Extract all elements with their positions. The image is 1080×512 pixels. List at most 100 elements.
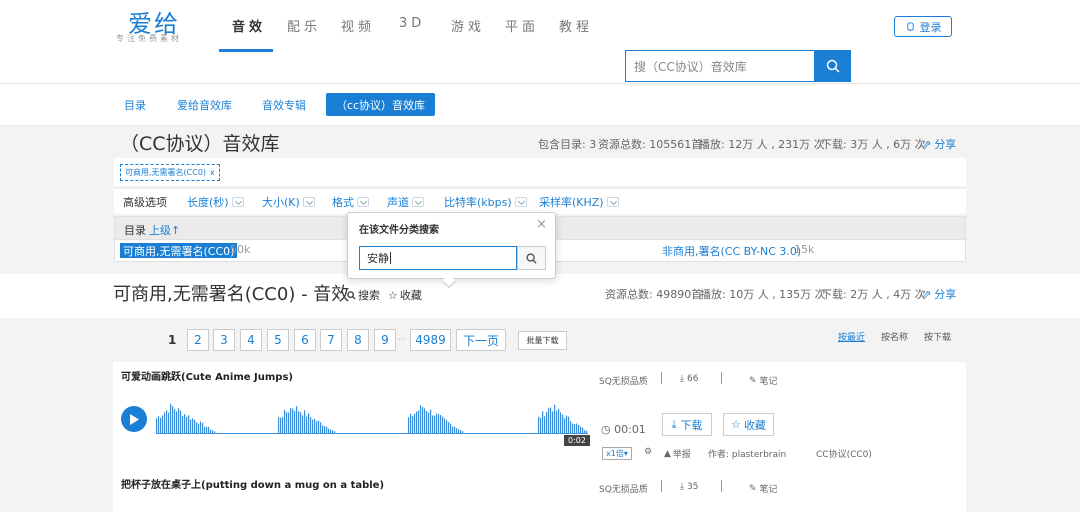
logo-tagline: 专注免费素材	[116, 34, 182, 43]
download-button[interactable]: ⤓ 下载	[662, 413, 712, 436]
share-icon: ⇗	[922, 287, 932, 301]
subnav-albums[interactable]: 音效专辑	[262, 97, 306, 113]
filter-length[interactable]: 长度(秒)	[187, 194, 244, 210]
close-icon[interactable]: ×	[536, 217, 547, 232]
sort-recent[interactable]: 按最近	[838, 330, 865, 343]
filter-length-label: 长度(秒)	[187, 196, 229, 209]
divider	[721, 372, 722, 384]
directory-cc-by-nc-count: 15k	[794, 243, 815, 256]
nav-games[interactable]: 游戏	[451, 16, 485, 35]
directory-cc0[interactable]: 可商用,无需署名(CC0)	[120, 243, 238, 258]
site-header: 爱给 专注免费素材 音效 配乐 视频 3D 游戏 平面 教程 登录 搜（CC协议…	[0, 0, 1080, 84]
login-button[interactable]: 登录	[894, 16, 952, 37]
speed-label: x1倍	[606, 449, 624, 458]
sound-note-link[interactable]: ✎ 笔记	[749, 374, 778, 388]
play-button[interactable]	[121, 406, 147, 432]
waveform[interactable]	[156, 398, 588, 434]
share-label: 分享	[934, 138, 957, 151]
search-input[interactable]: 搜（CC协议）音效库	[625, 50, 815, 82]
sort-downloads[interactable]: 按下载	[924, 330, 951, 343]
chevron-down-icon	[231, 197, 244, 207]
page-2[interactable]: 2	[187, 329, 209, 351]
text-cursor	[390, 252, 391, 264]
page-5[interactable]: 5	[267, 329, 289, 351]
filter-bitrate[interactable]: 比特率(kbps)	[444, 194, 527, 210]
favorite-button[interactable]: ☆ 收藏	[723, 413, 774, 436]
folder-share-link[interactable]: ⇗ 分享	[922, 286, 956, 302]
nav-video[interactable]: 视频	[341, 16, 375, 35]
chevron-down-icon	[357, 197, 369, 207]
directory-label: 目录	[124, 224, 146, 237]
nav-sound-effects[interactable]: 音效	[232, 16, 266, 35]
popup-search-input[interactable]: 安静	[359, 246, 517, 270]
nav-music[interactable]: 配乐	[287, 16, 321, 35]
sound-download-count: ⤓ 35	[680, 482, 698, 492]
sound-title[interactable]: 可爱动画跳跃(Cute Anime Jumps)	[121, 368, 293, 383]
chevron-down-icon	[514, 197, 527, 207]
directory-cc-by-nc[interactable]: 非商用,署名(CC BY-NC 3.0)	[662, 243, 801, 259]
filter-channels[interactable]: 声道	[387, 194, 424, 210]
nav-graphics[interactable]: 平面	[505, 16, 539, 35]
folder-search-button[interactable]: 搜索	[347, 287, 380, 303]
subnav-cc-library[interactable]: （cc协议）音效库	[326, 93, 435, 116]
page-3[interactable]: 3	[213, 329, 235, 351]
sort-name[interactable]: 按名称	[881, 330, 908, 343]
sound-title[interactable]: 把杯子放在桌子上(putting down a mug on a table)	[121, 476, 384, 491]
folder-plays: 播放: 10万 人 , 135万 次	[700, 288, 826, 301]
folder-downloads: 下载: 2万 人 , 4万 次	[821, 288, 926, 301]
divider	[661, 372, 662, 384]
library-plays: 播放: 12万 人 , 231万 次	[699, 138, 825, 151]
folder-total: 资源总数: 49890首	[605, 288, 703, 301]
report-link[interactable]: ▲ 举报	[664, 447, 691, 461]
tag-close-icon[interactable]: x	[210, 168, 215, 177]
settings-icon[interactable]: ⚙	[644, 447, 652, 457]
filter-samplerate[interactable]: 采样率(KHZ)	[539, 194, 619, 210]
sound-item: 可爱动画跳跃(Cute Anime Jumps) SQ无损品质 ⤓ 66 ✎ 笔记 …	[113, 362, 966, 470]
play-time: ◷ 00:01	[601, 423, 646, 436]
filter-size[interactable]: 大小(K)	[262, 194, 315, 210]
sound-list: 1 2 3 4 5 6 7 8 9 ··· 4989 下一页 批量下载 按最近 …	[0, 318, 1080, 512]
warning-icon: ▲	[664, 448, 671, 459]
nav-3d[interactable]: 3D	[399, 16, 425, 31]
page-6[interactable]: 6	[294, 329, 316, 351]
sound-license: CC协议(CC0)	[816, 450, 872, 460]
subnav-directory[interactable]: 目录	[124, 97, 146, 113]
chevron-down-icon	[606, 197, 619, 207]
page-7[interactable]: 7	[320, 329, 342, 351]
batch-download-button[interactable]: 批量下载	[518, 331, 567, 350]
download-label: 下载	[680, 418, 703, 432]
search-button[interactable]	[815, 50, 851, 82]
advanced-options-label: 高级选项	[123, 196, 167, 209]
filter-format[interactable]: 格式	[332, 194, 369, 210]
user-icon	[906, 22, 914, 31]
directory-up-link[interactable]: 上级↑	[149, 222, 180, 238]
page-9[interactable]: 9	[374, 329, 396, 351]
note-label: 笔记	[759, 377, 778, 387]
subnav-aigei-library[interactable]: 爱给音效库	[177, 97, 232, 113]
popup-title: 在该文件分类搜索	[359, 225, 439, 236]
play-time-label: 00:01	[614, 423, 646, 436]
page-next[interactable]: 下一页	[456, 329, 506, 351]
login-label: 登录	[919, 20, 942, 34]
speed-select[interactable]: x1倍 ▾	[602, 447, 632, 460]
directory-cc0-count: 50k	[230, 243, 251, 256]
page-4[interactable]: 4	[240, 329, 262, 351]
active-filter-tag[interactable]: 可商用,无需署名(CC0) x	[120, 164, 220, 181]
divider	[661, 480, 662, 492]
popup-search-button[interactable]	[517, 246, 546, 270]
page-last[interactable]: 4989	[410, 329, 451, 351]
nav-active-indicator	[219, 49, 273, 52]
sound-item: 把杯子放在桌子上(putting down a mug on a table) …	[113, 469, 966, 512]
edit-icon: ✎	[749, 375, 757, 386]
share-label: 分享	[934, 288, 957, 301]
sound-author: 作者: plasterbrain	[708, 450, 787, 460]
sound-note-link[interactable]: ✎ 笔记	[749, 482, 778, 496]
clock-icon: ◷	[601, 423, 611, 436]
chevron-down-icon	[412, 197, 424, 207]
library-share-link[interactable]: ⇗ 分享	[922, 136, 956, 152]
nav-tutorials[interactable]: 教程	[559, 16, 593, 35]
folder-collect-button[interactable]: ☆ 收藏	[388, 287, 422, 303]
star-icon: ☆	[731, 418, 741, 431]
page-8[interactable]: 8	[347, 329, 369, 351]
library-title: （CC协议）音效库	[120, 133, 280, 155]
